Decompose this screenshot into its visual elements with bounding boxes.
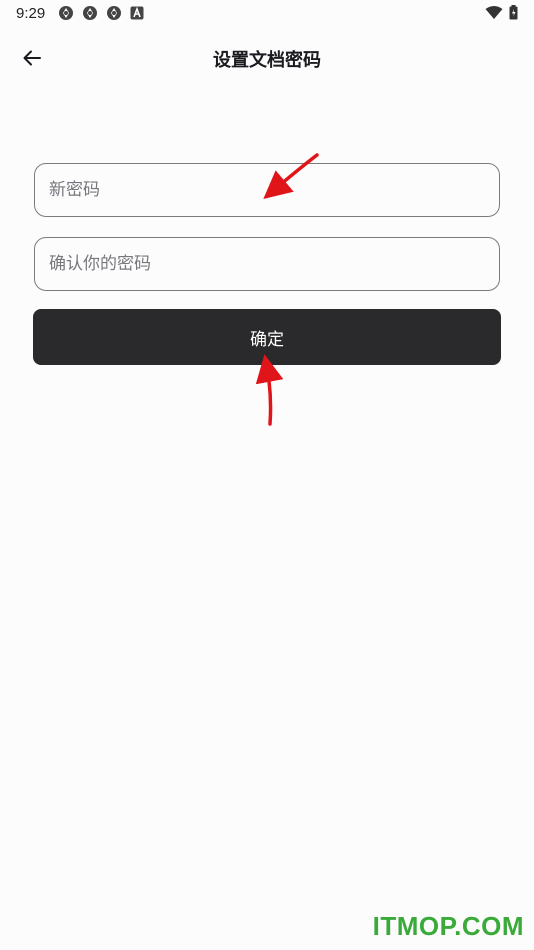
annotation-overlay [255,153,319,426]
confirm-password-field[interactable] [34,237,500,291]
battery-icon [509,5,518,20]
status-time: 9:29 [16,5,46,22]
app-bar: 设置文档密码 [0,30,534,86]
page-title: 设置文档密码 [213,50,321,71]
confirm-button[interactable]: 确定 [33,309,501,365]
a-box-icon [130,6,144,20]
system-icons [485,5,518,20]
aperture-icon [83,6,97,20]
aperture-icon [107,6,121,20]
wifi-icon [485,5,503,19]
watermark: ITMOP.COM [372,911,524,941]
notification-icons [58,5,144,21]
annotation-arrow-to-confirm-button [255,354,284,426]
new-password-field[interactable] [34,163,500,217]
aperture-icon [59,6,73,20]
status-bar: 9:29 [0,0,534,28]
